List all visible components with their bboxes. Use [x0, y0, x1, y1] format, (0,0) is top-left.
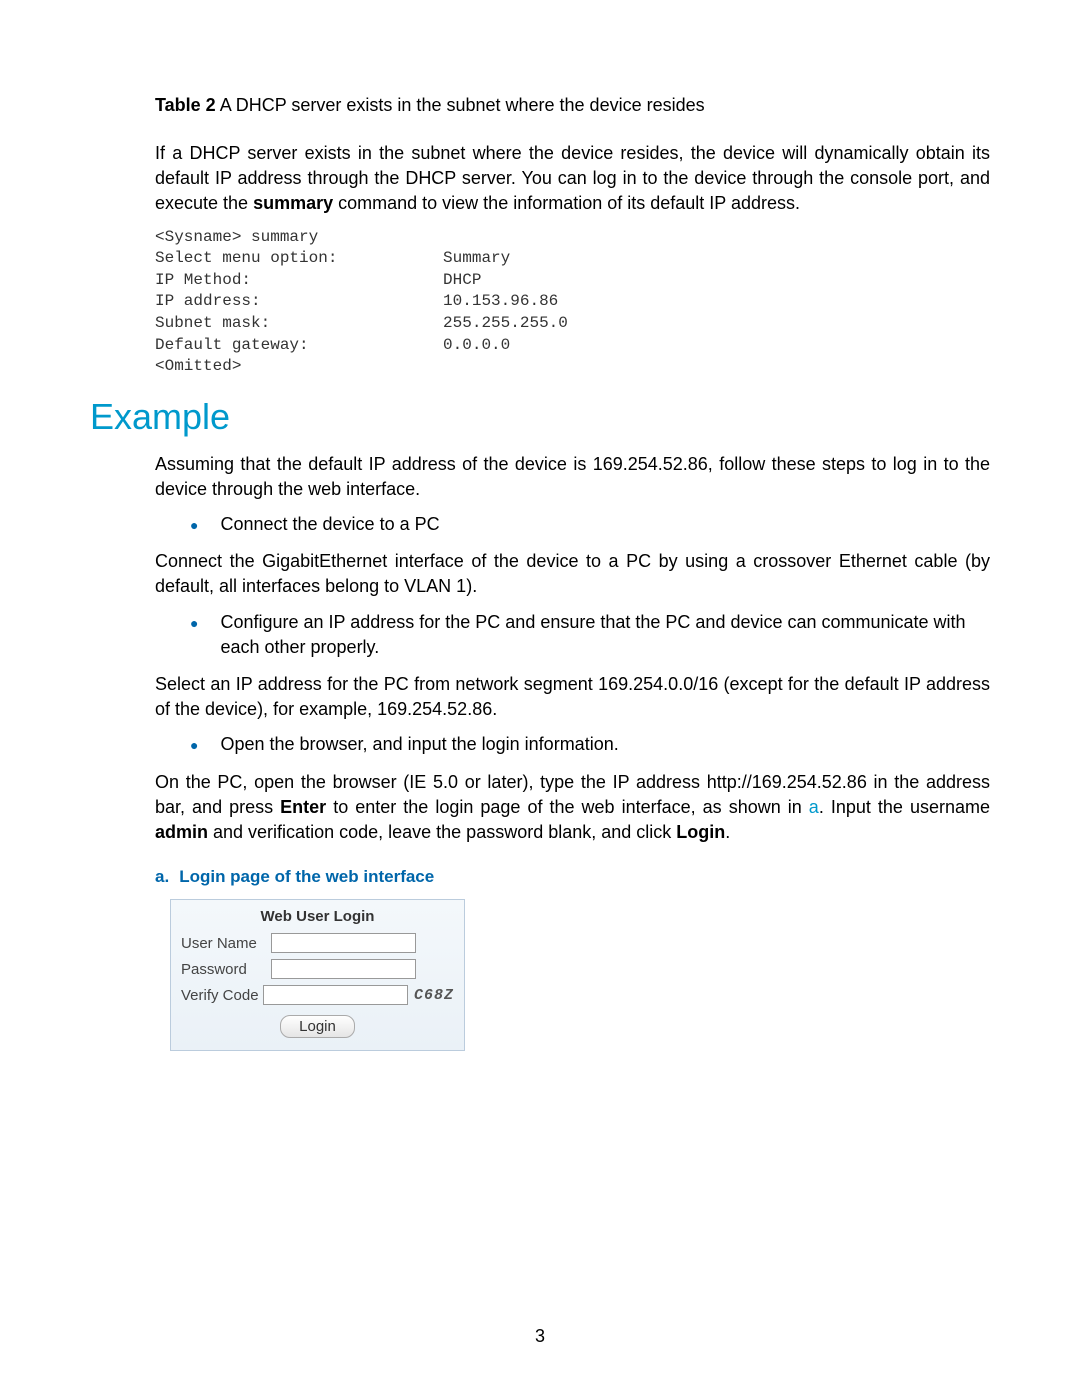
username-input[interactable] [271, 933, 416, 953]
login-title: Web User Login [181, 908, 454, 925]
verify-label: Verify Code [181, 987, 263, 1004]
bullet-text-1: Connect the device to a PC [220, 512, 990, 537]
p4-t3: . Input the username [819, 797, 990, 817]
p4-t4: and verification code, leave the passwor… [208, 822, 676, 842]
page-number: 3 [0, 1326, 1080, 1347]
bullet-list-2: ● Configure an IP address for the PC and… [190, 610, 990, 660]
bullet-icon: ● [190, 516, 198, 536]
password-label: Password [181, 961, 271, 978]
bullet-text-2: Configure an IP address for the PC and e… [220, 610, 990, 660]
para-3: Select an IP address for the PC from net… [155, 672, 990, 722]
figure-label: a. [155, 867, 169, 886]
p4-b1: Enter [280, 797, 326, 817]
login-button-row: Login [181, 1015, 454, 1038]
intro-paragraph: If a DHCP server exists in the subnet wh… [155, 141, 990, 217]
console-output: <Sysname> summary Select menu option: Su… [155, 227, 990, 378]
password-input[interactable] [271, 959, 416, 979]
table-label: Table 2 [155, 95, 216, 115]
p4-b3: Login [676, 822, 725, 842]
bullet-list-1: ● Connect the device to a PC [190, 512, 990, 537]
p4-t2: to enter the login page of the web inter… [326, 797, 809, 817]
verify-code: C68Z [414, 987, 454, 1004]
p4-link-a[interactable]: a [809, 797, 819, 817]
login-row-verify: Verify Code C68Z [181, 985, 454, 1005]
table-caption: Table 2 A DHCP server exists in the subn… [155, 95, 990, 116]
para-4: On the PC, open the browser (IE 5.0 or l… [155, 770, 990, 846]
example-intro: Assuming that the default IP address of … [155, 452, 990, 502]
figure-caption: a. Login page of the web interface [155, 867, 990, 887]
login-button[interactable]: Login [280, 1015, 355, 1038]
bullet-list-3: ● Open the browser, and input the login … [190, 732, 990, 757]
login-row-username: User Name [181, 933, 454, 953]
para-2: Connect the GigabitEthernet interface of… [155, 549, 990, 599]
bullet-icon: ● [190, 614, 198, 634]
p4-t5: . [725, 822, 730, 842]
table-caption-text: A DHCP server exists in the subnet where… [216, 95, 705, 115]
login-row-password: Password [181, 959, 454, 979]
intro-bold: summary [253, 193, 333, 213]
username-label: User Name [181, 935, 271, 952]
bullet-item-1: ● Connect the device to a PC [190, 512, 990, 537]
login-box: Web User Login User Name Password Verify… [170, 899, 465, 1051]
verify-input[interactable] [263, 985, 408, 1005]
example-heading: Example [90, 396, 990, 438]
bullet-item-3: ● Open the browser, and input the login … [190, 732, 990, 757]
intro-text-2: command to view the information of its d… [333, 193, 800, 213]
bullet-text-3: Open the browser, and input the login in… [220, 732, 990, 757]
bullet-icon: ● [190, 736, 198, 756]
figure-caption-text: Login page of the web interface [179, 867, 434, 886]
p4-b2: admin [155, 822, 208, 842]
bullet-item-2: ● Configure an IP address for the PC and… [190, 610, 990, 660]
